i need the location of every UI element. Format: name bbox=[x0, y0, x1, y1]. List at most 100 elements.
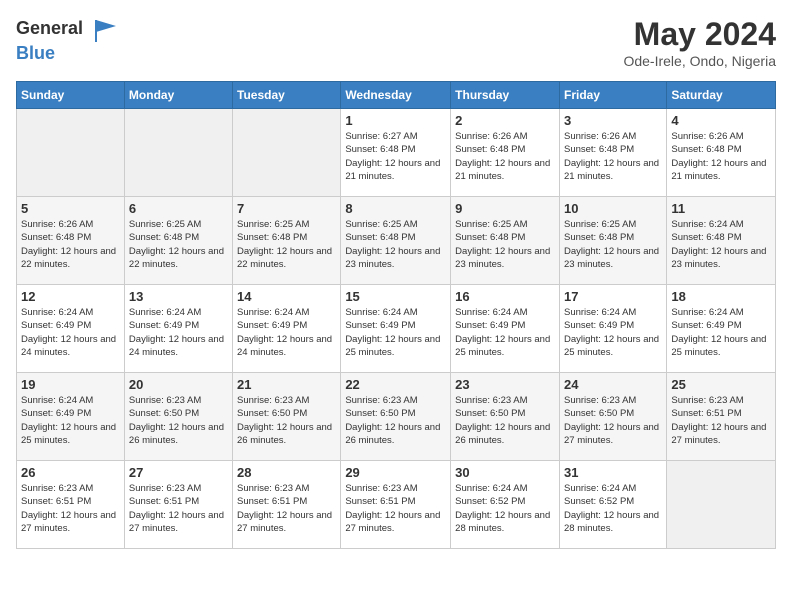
day-info: Sunrise: 6:23 AM Sunset: 6:50 PM Dayligh… bbox=[564, 394, 662, 447]
weekday-header: Thursday bbox=[451, 82, 560, 109]
day-number: 7 bbox=[237, 201, 336, 216]
calendar-cell: 16 Sunrise: 6:24 AM Sunset: 6:49 PM Dayli… bbox=[451, 285, 560, 373]
day-info: Sunrise: 6:24 AM Sunset: 6:52 PM Dayligh… bbox=[564, 482, 662, 535]
day-info: Sunrise: 6:25 AM Sunset: 6:48 PM Dayligh… bbox=[455, 218, 555, 271]
day-number: 21 bbox=[237, 377, 336, 392]
day-number: 3 bbox=[564, 113, 662, 128]
calendar-cell: 5Sunrise: 6:26 AM Sunset: 6:48 PM Daylig… bbox=[17, 197, 125, 285]
day-info: Sunrise: 6:24 AM Sunset: 6:49 PM Dayligh… bbox=[21, 394, 120, 447]
day-info: Sunrise: 6:26 AM Sunset: 6:48 PM Dayligh… bbox=[671, 130, 771, 183]
day-info: Sunrise: 6:23 AM Sunset: 6:51 PM Dayligh… bbox=[237, 482, 336, 535]
day-number: 26 bbox=[21, 465, 120, 480]
weekday-header: Monday bbox=[124, 82, 232, 109]
weekday-header: Wednesday bbox=[341, 82, 451, 109]
day-info: Sunrise: 6:24 AM Sunset: 6:49 PM Dayligh… bbox=[21, 306, 120, 359]
day-number: 16 bbox=[455, 289, 555, 304]
calendar-cell: 26 Sunrise: 6:23 AM Sunset: 6:51 PM Dayli… bbox=[17, 461, 125, 549]
day-info: Sunrise: 6:23 AM Sunset: 6:50 PM Dayligh… bbox=[237, 394, 336, 447]
calendar-cell bbox=[17, 109, 125, 197]
day-number: 20 bbox=[129, 377, 228, 392]
day-info: Sunrise: 6:25 AM Sunset: 6:48 PM Dayligh… bbox=[237, 218, 336, 271]
calendar-cell: 1 Sunrise: 6:27 AM Sunset: 6:48 PM Daylig… bbox=[341, 109, 451, 197]
day-number: 28 bbox=[237, 465, 336, 480]
day-number: 19 bbox=[21, 377, 120, 392]
day-info: Sunrise: 6:24 AM Sunset: 6:49 PM Dayligh… bbox=[564, 306, 662, 359]
calendar-cell: 21 Sunrise: 6:23 AM Sunset: 6:50 PM Dayli… bbox=[233, 373, 341, 461]
calendar-cell: 25Sunrise: 6:23 AM Sunset: 6:51 PM Dayli… bbox=[667, 373, 776, 461]
day-info: Sunrise: 6:23 AM Sunset: 6:51 PM Dayligh… bbox=[129, 482, 228, 535]
day-info: Sunrise: 6:25 AM Sunset: 6:48 PM Dayligh… bbox=[129, 218, 228, 271]
calendar-cell: 17 Sunrise: 6:24 AM Sunset: 6:49 PM Dayli… bbox=[559, 285, 666, 373]
day-info: Sunrise: 6:24 AM Sunset: 6:49 PM Dayligh… bbox=[671, 306, 771, 359]
calendar-header-row: SundayMondayTuesdayWednesdayThursdayFrid… bbox=[17, 82, 776, 109]
calendar-cell: 12Sunrise: 6:24 AM Sunset: 6:49 PM Dayli… bbox=[17, 285, 125, 373]
day-number: 14 bbox=[237, 289, 336, 304]
day-info: Sunrise: 6:25 AM Sunset: 6:48 PM Dayligh… bbox=[564, 218, 662, 271]
day-number: 9 bbox=[455, 201, 555, 216]
day-info: Sunrise: 6:26 AM Sunset: 6:48 PM Dayligh… bbox=[564, 130, 662, 183]
page-header: General Blue May 2024 Ode-Irele, Ondo, N… bbox=[16, 16, 776, 69]
calendar-cell: 9 Sunrise: 6:25 AM Sunset: 6:48 PM Daylig… bbox=[451, 197, 560, 285]
day-number: 27 bbox=[129, 465, 228, 480]
day-number: 17 bbox=[564, 289, 662, 304]
day-number: 1 bbox=[345, 113, 446, 128]
calendar-cell: 8 Sunrise: 6:25 AM Sunset: 6:48 PM Daylig… bbox=[341, 197, 451, 285]
day-info: Sunrise: 6:24 AM Sunset: 6:49 PM Dayligh… bbox=[237, 306, 336, 359]
day-number: 25 bbox=[671, 377, 771, 392]
day-number: 6 bbox=[129, 201, 228, 216]
calendar-cell: 29Sunrise: 6:23 AM Sunset: 6:51 PM Dayli… bbox=[341, 461, 451, 549]
calendar-cell: 19 Sunrise: 6:24 AM Sunset: 6:49 PM Dayli… bbox=[17, 373, 125, 461]
day-number: 18 bbox=[671, 289, 771, 304]
weekday-header: Saturday bbox=[667, 82, 776, 109]
calendar-week-row: 26 Sunrise: 6:23 AM Sunset: 6:51 PM Dayli… bbox=[17, 461, 776, 549]
logo: General Blue bbox=[16, 16, 120, 64]
day-info: Sunrise: 6:24 AM Sunset: 6:49 PM Dayligh… bbox=[129, 306, 228, 359]
title-section: May 2024 Ode-Irele, Ondo, Nigeria bbox=[623, 16, 776, 69]
calendar-cell: 22 Sunrise: 6:23 AM Sunset: 6:50 PM Dayli… bbox=[341, 373, 451, 461]
calendar-table: SundayMondayTuesdayWednesdayThursdayFrid… bbox=[16, 81, 776, 549]
day-info: Sunrise: 6:24 AM Sunset: 6:49 PM Dayligh… bbox=[345, 306, 446, 359]
day-number: 8 bbox=[345, 201, 446, 216]
calendar-cell: 3 Sunrise: 6:26 AM Sunset: 6:48 PM Daylig… bbox=[559, 109, 666, 197]
calendar-cell: 11 Sunrise: 6:24 AM Sunset: 6:48 PM Dayli… bbox=[667, 197, 776, 285]
calendar-cell: 31 Sunrise: 6:24 AM Sunset: 6:52 PM Dayli… bbox=[559, 461, 666, 549]
calendar-cell: 7 Sunrise: 6:25 AM Sunset: 6:48 PM Daylig… bbox=[233, 197, 341, 285]
calendar-cell: 14 Sunrise: 6:24 AM Sunset: 6:49 PM Dayli… bbox=[233, 285, 341, 373]
day-number: 4 bbox=[671, 113, 771, 128]
calendar-week-row: 12Sunrise: 6:24 AM Sunset: 6:49 PM Dayli… bbox=[17, 285, 776, 373]
calendar-cell: 20 Sunrise: 6:23 AM Sunset: 6:50 PM Dayli… bbox=[124, 373, 232, 461]
day-info: Sunrise: 6:23 AM Sunset: 6:51 PM Dayligh… bbox=[345, 482, 446, 535]
calendar-cell: 18 Sunrise: 6:24 AM Sunset: 6:49 PM Dayli… bbox=[667, 285, 776, 373]
day-number: 24 bbox=[564, 377, 662, 392]
weekday-header: Sunday bbox=[17, 82, 125, 109]
day-number: 11 bbox=[671, 201, 771, 216]
day-number: 2 bbox=[455, 113, 555, 128]
calendar-cell: 28 Sunrise: 6:23 AM Sunset: 6:51 PM Dayli… bbox=[233, 461, 341, 549]
day-info: Sunrise: 6:23 AM Sunset: 6:50 PM Dayligh… bbox=[345, 394, 446, 447]
calendar-cell bbox=[124, 109, 232, 197]
day-info: Sunrise: 6:24 AM Sunset: 6:49 PM Dayligh… bbox=[455, 306, 555, 359]
day-info: Sunrise: 6:24 AM Sunset: 6:52 PM Dayligh… bbox=[455, 482, 555, 535]
calendar-cell: 24 Sunrise: 6:23 AM Sunset: 6:50 PM Dayli… bbox=[559, 373, 666, 461]
day-number: 22 bbox=[345, 377, 446, 392]
calendar-cell: 2Sunrise: 6:26 AM Sunset: 6:48 PM Daylig… bbox=[451, 109, 560, 197]
logo-general-text: General bbox=[16, 16, 120, 44]
calendar-cell: 10 Sunrise: 6:25 AM Sunset: 6:48 PM Dayli… bbox=[559, 197, 666, 285]
day-info: Sunrise: 6:23 AM Sunset: 6:51 PM Dayligh… bbox=[21, 482, 120, 535]
day-number: 15 bbox=[345, 289, 446, 304]
day-info: Sunrise: 6:23 AM Sunset: 6:50 PM Dayligh… bbox=[129, 394, 228, 447]
day-info: Sunrise: 6:25 AM Sunset: 6:48 PM Dayligh… bbox=[345, 218, 446, 271]
day-number: 31 bbox=[564, 465, 662, 480]
day-number: 5 bbox=[21, 201, 120, 216]
day-info: Sunrise: 6:27 AM Sunset: 6:48 PM Dayligh… bbox=[345, 130, 446, 183]
weekday-header: Tuesday bbox=[233, 82, 341, 109]
calendar-cell: 23Sunrise: 6:23 AM Sunset: 6:50 PM Dayli… bbox=[451, 373, 560, 461]
day-info: Sunrise: 6:24 AM Sunset: 6:48 PM Dayligh… bbox=[671, 218, 771, 271]
calendar-cell: 6 Sunrise: 6:25 AM Sunset: 6:48 PM Daylig… bbox=[124, 197, 232, 285]
day-number: 30 bbox=[455, 465, 555, 480]
month-year-title: May 2024 bbox=[623, 16, 776, 53]
day-number: 10 bbox=[564, 201, 662, 216]
weekday-header: Friday bbox=[559, 82, 666, 109]
logo-flag-icon bbox=[92, 16, 120, 44]
day-number: 13 bbox=[129, 289, 228, 304]
